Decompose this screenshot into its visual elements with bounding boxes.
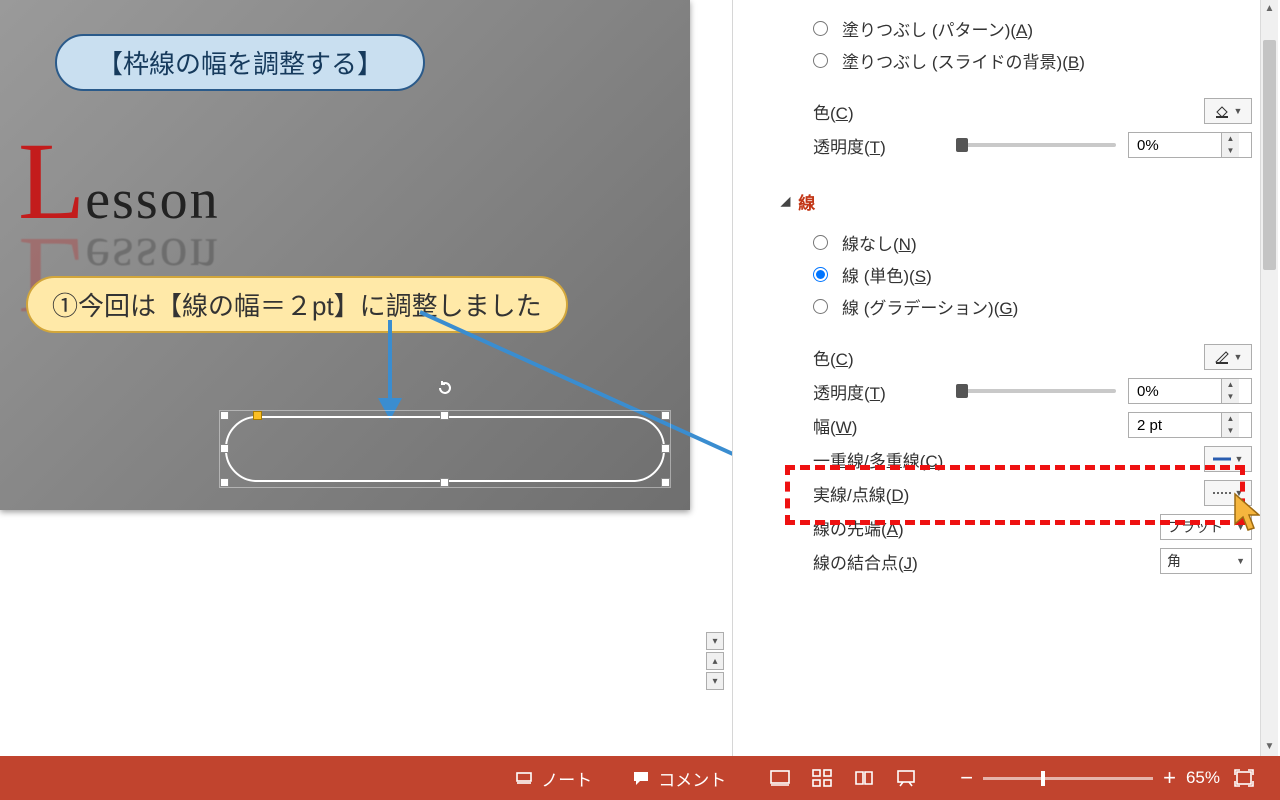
normal-view-button[interactable] (766, 764, 794, 792)
slide-nav-scroll: ▾ ▴ ▾ (706, 630, 726, 690)
scroll-down-button[interactable]: ▾ (706, 632, 724, 650)
spin-up-button[interactable]: ▲ (1222, 379, 1239, 391)
line-transparency-slider[interactable] (956, 389, 1116, 393)
slide-canvas[interactable]: 【枠線の幅を調整する】 Lesson Lesson ①今回は【線の幅＝２pt】に… (0, 0, 690, 510)
spin-down-button[interactable]: ▼ (1222, 425, 1239, 437)
line-width-row: 幅(W) ▲▼ (733, 408, 1280, 442)
line-compound-row: 一重線/多重線(C) ▼ (733, 442, 1280, 476)
selection-box (219, 410, 671, 488)
zoom-out-button[interactable]: − (960, 765, 973, 791)
line-cap-row: 線の先端(A) フラット▼ (733, 510, 1280, 544)
pen-icon (1214, 350, 1230, 364)
zoom-in-button[interactable]: + (1163, 765, 1176, 791)
step-callout: ①今回は【線の幅＝２pt】に調整しました (26, 276, 568, 333)
scroll-down-button[interactable]: ▼ (1261, 738, 1278, 756)
rotate-handle[interactable] (437, 380, 453, 396)
line-color-picker[interactable]: ▼ (1204, 344, 1252, 370)
format-shape-panel: 塗りつぶし (パターン)(A) 塗りつぶし (スライドの背景)(B) 色(C) … (732, 0, 1280, 756)
selected-shape[interactable] (225, 416, 665, 482)
slide-sorter-button[interactable] (808, 764, 836, 792)
slide-stage: 【枠線の幅を調整する】 Lesson Lesson ①今回は【線の幅＝２pt】に… (0, 0, 700, 756)
resize-handle[interactable] (661, 478, 670, 487)
zoom-slider[interactable] (983, 777, 1153, 780)
spin-down-button[interactable]: ▼ (1222, 145, 1239, 157)
fill-color-row: 色(C) ▼ (733, 94, 1280, 128)
fill-slidebg-radio[interactable]: 塗りつぶし (スライドの背景)(B) (733, 44, 1280, 76)
resize-handle[interactable] (440, 478, 449, 487)
prev-slide-button[interactable]: ▴ (706, 652, 724, 670)
fill-pattern-radio[interactable]: 塗りつぶし (パターン)(A) (733, 12, 1280, 44)
line-transparency-input[interactable]: ▲▼ (1128, 378, 1252, 404)
line-color-row: 色(C) ▼ (733, 340, 1280, 374)
reading-view-button[interactable] (850, 764, 878, 792)
scroll-thumb[interactable] (1263, 40, 1276, 270)
fill-transparency-row: 透明度(T) ▲▼ (733, 128, 1280, 162)
panel-scrollbar[interactable]: ▲ ▼ (1260, 0, 1278, 756)
spin-up-button[interactable]: ▲ (1222, 133, 1239, 145)
resize-handle[interactable] (220, 444, 229, 453)
title-callout: 【枠線の幅を調整する】 (55, 34, 425, 91)
collapse-triangle-icon: ◢ (781, 194, 790, 208)
resize-handle[interactable] (661, 411, 670, 420)
resize-handle[interactable] (440, 411, 449, 420)
spin-up-button[interactable]: ▲ (1222, 413, 1239, 425)
compound-line-icon (1213, 454, 1231, 464)
resize-handle[interactable] (220, 478, 229, 487)
slideshow-button[interactable] (892, 764, 920, 792)
line-dash-row: 実線/点線(D) ▼ (733, 476, 1280, 510)
spin-down-button[interactable]: ▼ (1222, 391, 1239, 403)
line-join-row: 線の結合点(J) 角▼ (733, 544, 1280, 578)
line-compound-picker[interactable]: ▼ (1204, 446, 1252, 472)
fill-transparency-slider[interactable] (956, 143, 1116, 147)
line-solid-radio[interactable]: 線 (単色)(S) (733, 258, 1280, 290)
paint-bucket-icon (1214, 104, 1230, 118)
notes-button[interactable]: ノート (507, 766, 600, 791)
status-bar: ノート コメント − + 65% (0, 756, 1280, 800)
next-slide-button[interactable]: ▾ (706, 672, 724, 690)
dash-line-icon (1213, 488, 1231, 498)
resize-handle[interactable] (220, 411, 229, 420)
line-gradient-radio[interactable]: 線 (グラデーション)(G) (733, 290, 1280, 322)
line-section-header[interactable]: ◢ 線 (733, 184, 1280, 218)
adjustment-handle[interactable] (253, 411, 262, 420)
resize-handle[interactable] (661, 444, 670, 453)
line-width-input[interactable]: ▲▼ (1128, 412, 1252, 438)
fill-color-picker[interactable]: ▼ (1204, 98, 1252, 124)
line-join-select[interactable]: 角▼ (1160, 548, 1252, 574)
comment-icon (632, 769, 650, 787)
zoom-percent[interactable]: 65% (1186, 768, 1220, 788)
scroll-up-button[interactable]: ▲ (1261, 0, 1278, 18)
arrow-down-icon (360, 320, 420, 420)
line-none-radio[interactable]: 線なし(N) (733, 226, 1280, 258)
line-transparency-row: 透明度(T) ▲▼ (733, 374, 1280, 408)
fit-to-window-button[interactable] (1230, 764, 1258, 792)
fill-transparency-input[interactable]: ▲▼ (1128, 132, 1252, 158)
notes-icon (515, 769, 533, 787)
comments-button[interactable]: コメント (624, 766, 734, 791)
